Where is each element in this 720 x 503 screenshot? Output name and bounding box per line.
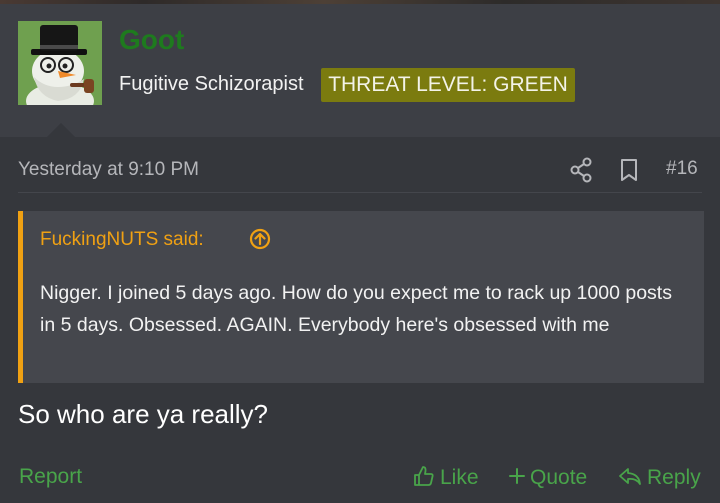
user-banner: THREAT LEVEL: GREEN [321, 68, 575, 102]
meta-divider [18, 192, 702, 193]
report-link[interactable]: Report [19, 465, 82, 489]
report-label: Report [19, 465, 83, 488]
post-number-link[interactable]: #16 [666, 158, 698, 180]
quote-label: Quote [530, 466, 588, 489]
message-pointer [47, 123, 75, 137]
quote-text: Nigger. I joined 5 days ago. How do you … [40, 282, 672, 336]
quote-block: FuckingNUTS said: Nigger. I joined 5 day… [18, 211, 704, 383]
reply-arrow-icon [618, 465, 642, 493]
bookmark-icon[interactable] [616, 156, 642, 184]
post-body: So who are ya really? [18, 399, 269, 429]
arrow-up-circle-icon[interactable] [248, 227, 272, 251]
quote-author[interactable]: FuckingNUTS said: [40, 229, 204, 251]
post-date[interactable]: Yesterday at 9:10 PM [18, 159, 199, 181]
quote-button[interactable]: Quote [509, 465, 587, 493]
avatar[interactable] [18, 21, 102, 105]
share-icon[interactable] [568, 156, 594, 184]
reply-label: Reply [647, 466, 701, 489]
plus-icon [509, 465, 525, 493]
like-button[interactable]: Like [413, 465, 479, 493]
username[interactable]: Goot [119, 24, 184, 56]
avatar-image [18, 21, 102, 105]
top-banner-strip [0, 0, 720, 4]
reply-button[interactable]: Reply [618, 465, 701, 493]
like-label: Like [440, 466, 479, 489]
user-header: Goot Fugitive Schizorapist THREAT LEVEL:… [0, 0, 720, 137]
post-container: Goot Fugitive Schizorapist THREAT LEVEL:… [0, 0, 720, 503]
user-title: Fugitive Schizorapist [119, 73, 304, 95]
thumbs-up-icon [413, 465, 435, 493]
